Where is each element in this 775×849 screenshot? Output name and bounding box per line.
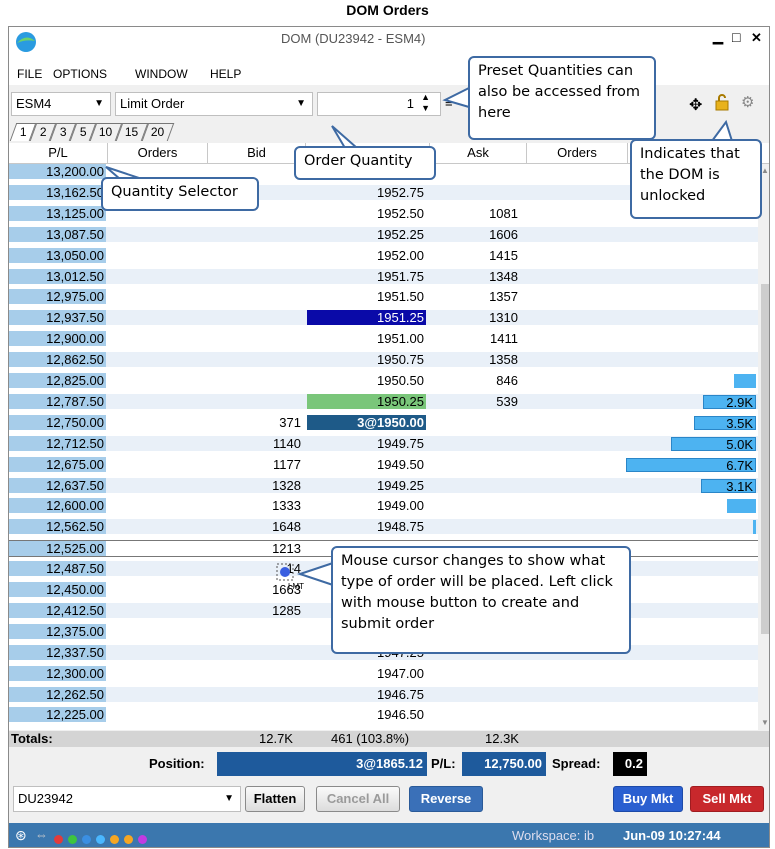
callout-preset-quantities: Preset Quantities can also be accessed f… <box>468 56 656 140</box>
callout-quantity-selector: Quantity Selector <box>101 177 259 211</box>
cursor-order-type-label: LMT <box>288 582 304 591</box>
callout-pointers <box>105 87 733 586</box>
callout-dom-unlocked: Indicates that the DOM is unlocked <box>630 139 762 219</box>
callout-order-quantity: Order Quantity <box>294 146 436 180</box>
order-cursor-icon <box>276 563 294 584</box>
callout-mouse-cursor: Mouse cursor changes to show what type o… <box>331 546 631 654</box>
